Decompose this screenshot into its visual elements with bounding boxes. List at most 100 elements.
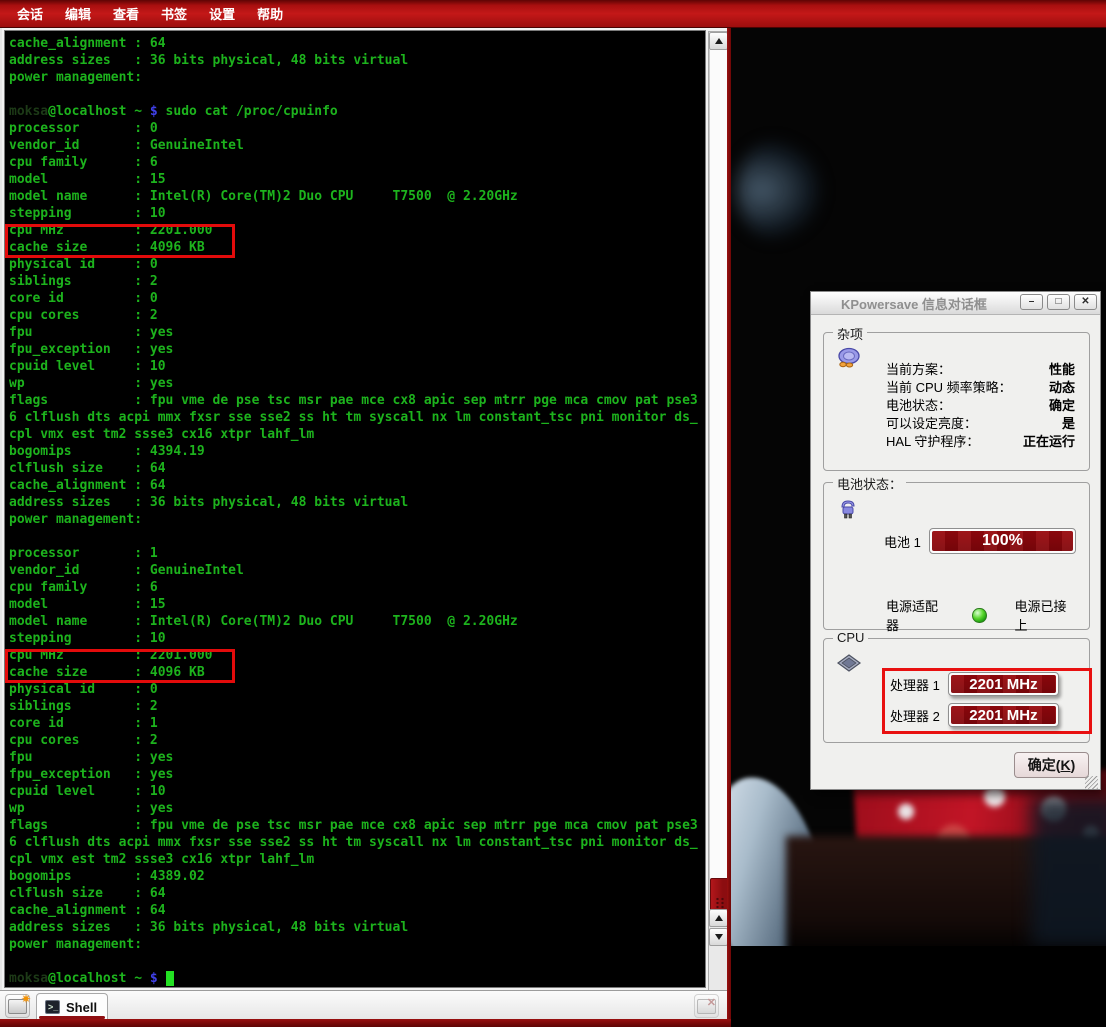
processor2-freq-bar: 2201 MHz <box>948 703 1059 727</box>
close-session-icon: ✕ <box>697 999 716 1014</box>
misc-groupbox: 杂项 当前方案： 性能 当前 CPU 频率策略： <box>823 332 1090 471</box>
new-session-button[interactable]: ✷ <box>5 994 30 1018</box>
scrollbar-up-button[interactable] <box>709 909 728 927</box>
star-icon: ✷ <box>21 993 31 1005</box>
menu-session[interactable]: 会话 <box>8 1 52 26</box>
annotation-box-cpu1-mhz <box>5 649 235 683</box>
processor1-label: 处理器 1 <box>890 675 940 694</box>
misc-value: 性能 <box>1049 359 1075 378</box>
misc-label: 当前 CPU 频率策略： <box>886 377 1012 396</box>
battery-progress-value: 100% <box>932 531 1073 551</box>
scroll-up-icon <box>715 38 723 44</box>
battery-row: 电池 1 100% <box>884 528 1076 554</box>
battery-label: 电池 1 <box>884 532 921 551</box>
kpowersave-dialog: KPowersave 信息对话框 – □ ✕ 杂项 <box>810 291 1101 790</box>
prompt-dollar: $ <box>150 104 158 119</box>
misc-group-title: 杂项 <box>833 324 867 343</box>
battery-groupbox: 电池状态： 电池 1 100% 电源适配器 <box>823 482 1090 630</box>
misc-row-hal: HAL 守护程序： 正在运行 <box>886 431 1075 449</box>
processor1-freq-value: 2201 MHz <box>951 675 1056 693</box>
close-session-button[interactable]: ✕ <box>694 994 719 1018</box>
processor-chip-icon <box>836 653 862 675</box>
cpu-groupbox: CPU 处理器 1 2201 MHz 处理器 2 <box>823 638 1090 743</box>
menu-help[interactable]: 帮助 <box>248 1 292 26</box>
prompt-command-text: sudo cat /proc/cpuinfo <box>158 104 338 119</box>
terminal-cursor <box>166 971 174 986</box>
processor1-freq-bar: 2201 MHz <box>948 672 1059 696</box>
video-navy-patch <box>1031 796 1106 946</box>
session-tabbar: ✷ >_ Shell ✕ <box>0 990 727 1019</box>
ac-adapter-status: 电源已接上 <box>1015 596 1075 634</box>
misc-value: 动态 <box>1049 377 1075 396</box>
window-right-border <box>727 28 731 1027</box>
processor2-freq-value: 2201 MHz <box>951 706 1056 724</box>
scrollbar-down-button[interactable] <box>709 928 728 946</box>
video-blue-glow <box>736 140 821 240</box>
minimize-button[interactable]: – <box>1020 294 1043 310</box>
prompt-host: @localhost ~ <box>48 971 150 986</box>
scroll-up-icon <box>715 915 723 921</box>
ac-adapter-row: 电源适配器 电源已接上 <box>886 596 1075 634</box>
annotation-box-cpu0-mhz <box>5 224 235 258</box>
konsole-menubar: 会话 编辑 查看 书签 设置 帮助 <box>0 0 1106 28</box>
ok-button[interactable]: 确定(K) <box>1014 752 1089 778</box>
tab-shell[interactable]: >_ Shell <box>36 993 108 1020</box>
terminal-prompt-current: moksa@localhost ~ $ <box>9 970 174 987</box>
ok-button-text: 确定( <box>1028 755 1061 775</box>
terminal-viewport[interactable]: cache_alignment : 64 address sizes : 36 … <box>4 30 706 988</box>
misc-row-cpu-policy: 当前 CPU 频率策略： 动态 <box>886 377 1075 395</box>
battery-group-title: 电池状态： <box>833 474 906 493</box>
misc-row-brightness: 可以设定亮度： 是 <box>886 413 1075 431</box>
dialog-title: KPowersave 信息对话框 <box>841 294 987 313</box>
misc-label: 当前方案： <box>886 359 951 378</box>
prompt-dollar: $ <box>150 971 158 986</box>
video-black-strip <box>731 946 1106 1027</box>
terminal-output-top: cache_alignment : 64 address sizes : 36 … <box>9 35 408 86</box>
menu-settings[interactable]: 设置 <box>200 1 244 26</box>
dialog-titlebar[interactable]: KPowersave 信息对话框 – □ ✕ <box>811 292 1100 315</box>
terminal-icon: >_ <box>45 1000 60 1014</box>
resize-grip[interactable] <box>1085 776 1098 789</box>
battery-progressbar: 100% <box>929 528 1076 554</box>
terminal-frame: cache_alignment : 64 address sizes : 36 … <box>0 28 727 990</box>
processor2-label: 处理器 2 <box>890 706 940 725</box>
processor2-row: 处理器 2 2201 MHz <box>890 703 1059 727</box>
menu-bookmarks[interactable]: 书签 <box>152 1 196 26</box>
misc-label: HAL 守护程序： <box>886 431 979 450</box>
dialog-window-buttons: – □ ✕ <box>1020 294 1097 310</box>
kpowersave-snail-icon <box>836 347 862 369</box>
misc-value: 正在运行 <box>1023 431 1075 450</box>
x-icon: ✕ <box>707 998 716 1009</box>
tab-shell-label: Shell <box>66 1000 97 1015</box>
misc-value: 确定 <box>1049 395 1075 414</box>
menu-view[interactable]: 查看 <box>104 1 148 26</box>
new-session-icon: ✷ <box>8 999 27 1014</box>
scroll-down-icon <box>715 934 723 940</box>
scrollbar-top-up-button[interactable] <box>709 32 728 50</box>
misc-label: 可以设定亮度： <box>886 413 977 432</box>
ac-adapter-label: 电源适配器 <box>886 596 946 634</box>
scrollbar-grip-icon <box>715 897 725 909</box>
maximize-button[interactable]: □ <box>1047 294 1070 310</box>
cpu-group-title: CPU <box>833 630 868 645</box>
misc-row-scheme: 当前方案： 性能 <box>886 359 1075 377</box>
processor1-row: 处理器 1 2201 MHz <box>890 672 1059 696</box>
konsole-window: cache_alignment : 64 address sizes : 36 … <box>0 28 731 1027</box>
prompt-host: @localhost ~ <box>48 104 150 119</box>
ok-button-accel: K <box>1060 757 1070 773</box>
menu-edit[interactable]: 编辑 <box>56 1 100 26</box>
window-bottom-border <box>0 1019 731 1027</box>
misc-label: 电池状态： <box>886 395 951 414</box>
ok-button-text: ) <box>1071 757 1076 773</box>
prompt-space <box>158 971 166 986</box>
misc-value: 是 <box>1062 413 1075 432</box>
close-button[interactable]: ✕ <box>1074 294 1097 310</box>
prompt-username: moksa <box>9 104 48 119</box>
terminal-scrollbar[interactable] <box>708 31 729 995</box>
green-led-icon <box>972 608 986 623</box>
power-plug-icon <box>836 497 860 521</box>
dialog-body: 杂项 当前方案： 性能 当前 CPU 频率策略： <box>811 315 1100 791</box>
prompt-username: moksa <box>9 971 48 986</box>
misc-row-battery: 电池状态： 确定 <box>886 395 1075 413</box>
scrollbar-track[interactable] <box>709 50 728 909</box>
